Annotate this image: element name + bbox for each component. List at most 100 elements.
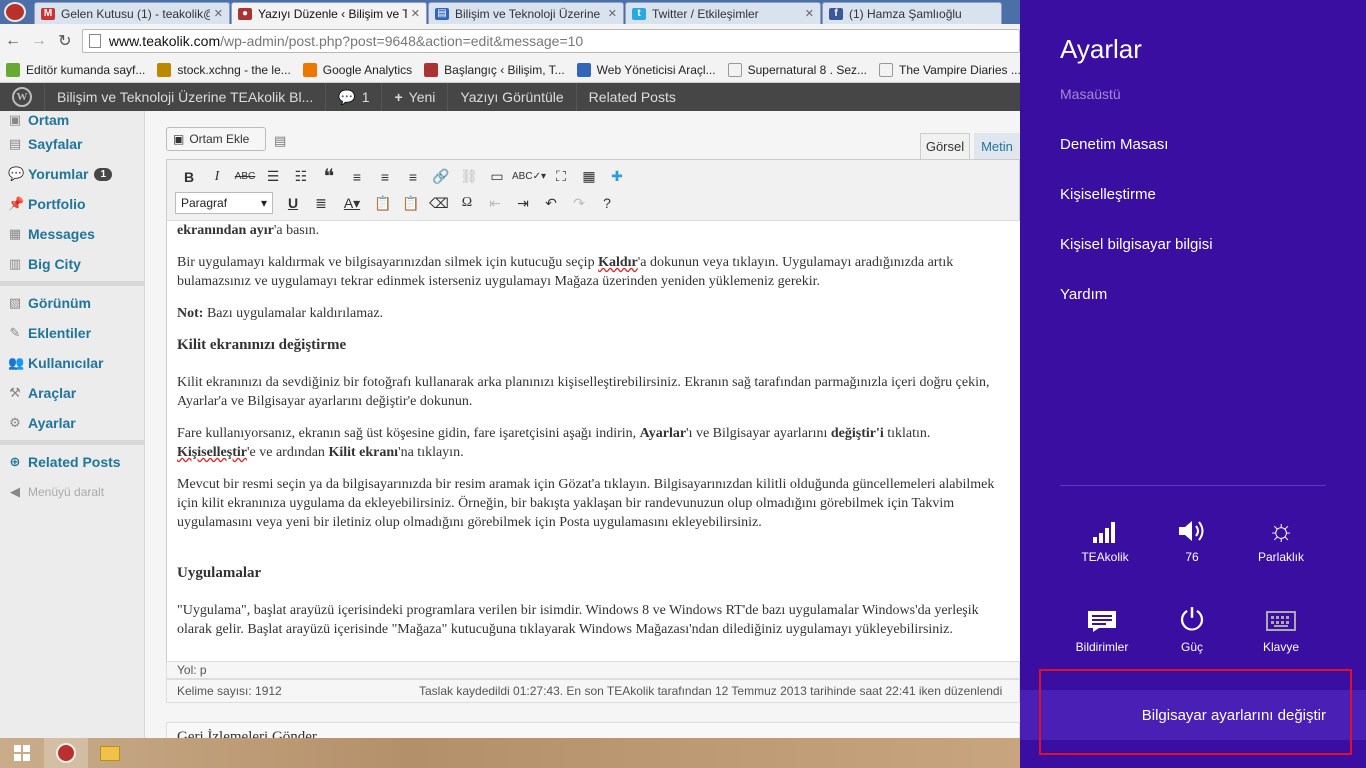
tab-gmail[interactable]: M Gelen Kutusu (1) - teakolik@ ✕: [34, 2, 230, 24]
sidebar-item-plugins[interactable]: ✎ Eklentiler: [0, 318, 144, 348]
sidebar-item-settings[interactable]: ⚙ Ayarlar: [0, 408, 144, 438]
align-center-icon[interactable]: ≡: [371, 169, 399, 185]
sidebar-item-related-posts[interactable]: ⊕ Related Posts: [0, 447, 144, 477]
paste-text-icon[interactable]: 📋: [369, 195, 397, 212]
tab-twitter[interactable]: t Twitter / Etkileşimler ✕: [625, 2, 821, 24]
bookmark-item[interactable]: Supernatural 8 . Sez...: [727, 63, 867, 77]
charm-link-control-panel[interactable]: Denetim Masası: [1060, 136, 1168, 153]
site-name-link[interactable]: Bilişim ve Teknoloji Üzerine TEAkolik Bl…: [45, 83, 327, 111]
tab-facebook[interactable]: f (1) Hamza Şamlıoğlu: [822, 2, 1002, 24]
link-icon[interactable]: 🔗: [427, 168, 455, 185]
close-icon[interactable]: ✕: [411, 7, 420, 20]
tab-text[interactable]: Metin: [974, 133, 1020, 159]
help-icon[interactable]: ?: [593, 195, 621, 211]
browser-logo-icon[interactable]: [4, 2, 26, 22]
sidebar-item-portfolio[interactable]: 📌 Portfolio: [0, 189, 144, 219]
tab-visual[interactable]: Görsel: [920, 133, 970, 159]
kitchen-sink-icon[interactable]: ▦: [575, 168, 603, 185]
folder-icon[interactable]: [88, 738, 132, 768]
sidebar-separator: [0, 440, 144, 445]
clear-format-icon[interactable]: ⌫: [425, 195, 453, 212]
view-post-link[interactable]: Yazıyı Görüntüle: [448, 83, 577, 111]
charm-link-help[interactable]: Yardım: [1060, 286, 1107, 303]
wp-logo-button[interactable]: W: [0, 83, 45, 111]
numbered-list-icon[interactable]: ☷: [287, 168, 315, 185]
windows-start-icon[interactable]: [0, 738, 44, 768]
text: 'a basın.: [273, 223, 320, 238]
align-left-icon[interactable]: ≡: [343, 169, 371, 185]
reload-icon[interactable]: ↻: [52, 31, 78, 51]
related-posts-link[interactable]: Related Posts: [577, 83, 688, 111]
text-color-icon[interactable]: A▾: [335, 195, 369, 212]
new-button[interactable]: + Yeni: [382, 83, 449, 111]
charm-link-pc-info[interactable]: Kişisel bilgisayar bilgisi: [1060, 236, 1213, 253]
bookmark-item[interactable]: The Vampire Diaries ...: [879, 63, 1021, 77]
more-tag-icon[interactable]: ▭: [483, 168, 511, 185]
sidebar-item-users[interactable]: 👥 Kullanıcılar: [0, 348, 144, 378]
align-right-icon[interactable]: ≡: [399, 169, 427, 185]
power-button[interactable]: ⏻ Güç: [1152, 602, 1232, 654]
strikethrough-icon[interactable]: ABC: [231, 171, 259, 182]
bookmark-item[interactable]: Başlangıç ‹ Bilişim, T...: [424, 63, 565, 77]
special-char-icon[interactable]: Ω: [453, 195, 481, 211]
comments-button[interactable]: 💬 1: [326, 83, 383, 111]
sidebar-item-appearance[interactable]: ▧ Görünüm: [0, 288, 144, 318]
puzzle-icon[interactable]: ✚: [603, 168, 631, 185]
redo-icon[interactable]: ↷: [565, 195, 593, 212]
close-icon[interactable]: ✕: [608, 7, 617, 20]
bookmark-item[interactable]: Google Analytics: [302, 63, 412, 77]
indent-icon[interactable]: ⇥: [509, 195, 537, 212]
bookmark-item[interactable]: stock.xchng - the le...: [157, 63, 291, 77]
tools-icon: ⚒: [9, 385, 21, 400]
close-icon[interactable]: ✕: [805, 7, 814, 20]
bookmark-item[interactable]: Editör kumanda sayf...: [6, 63, 145, 77]
fullscreen-icon[interactable]: ⛶: [547, 168, 575, 185]
sidebar-item-tools[interactable]: ⚒ Araçlar: [0, 378, 144, 408]
charm-title: Ayarlar: [1060, 34, 1142, 64]
sidebar-item-label: Big City: [28, 256, 81, 272]
undo-icon[interactable]: ↶: [537, 195, 565, 212]
sidebar-item-messages[interactable]: ▦ Messages: [0, 219, 144, 249]
tab-blog[interactable]: ▤ Bilişim ve Teknoloji Üzerine ✕: [428, 2, 624, 24]
justify-icon[interactable]: ≣: [307, 195, 335, 212]
add-media-button[interactable]: ▣ Ortam Ekle: [166, 127, 266, 151]
editor-content[interactable]: ekranından ayır'a basın. Bir uygulamayı …: [166, 221, 1020, 661]
close-icon[interactable]: ✕: [214, 7, 223, 20]
sidebar-item-media[interactable]: ▣ Ortam: [0, 111, 144, 129]
notifications-button[interactable]: Bildirimler: [1062, 602, 1142, 654]
blockquote-icon[interactable]: ❝: [315, 164, 343, 189]
volume-button[interactable]: 76: [1152, 512, 1232, 564]
unlink-icon[interactable]: ⛓: [455, 168, 483, 185]
outdent-icon[interactable]: ⇤: [481, 195, 509, 212]
keyboard-icon: [1241, 602, 1321, 640]
browser-taskbar-icon[interactable]: [44, 738, 88, 768]
network-label: TEAkolik: [1081, 550, 1129, 564]
bookmark-icon: [424, 63, 439, 77]
sidebar-item-big-city[interactable]: ▥ Big City: [0, 249, 144, 279]
italic-icon[interactable]: I: [203, 169, 231, 185]
spellcheck-icon[interactable]: ABC✓▾: [511, 171, 547, 182]
address-bar[interactable]: www.teakolik.com/wp-admin/post.php?post=…: [81, 29, 1021, 53]
bookmark-item[interactable]: Web Yöneticisi Araçl...: [576, 63, 716, 77]
plugins-icon: ✎: [9, 325, 21, 340]
network-button[interactable]: TEAkolik: [1065, 512, 1145, 564]
bullet-list-icon[interactable]: ☰: [259, 168, 287, 185]
volume-label: 76: [1185, 550, 1199, 564]
keyboard-button[interactable]: Klavye: [1241, 602, 1321, 654]
tab-edit-post[interactable]: ● Yazıyı Düzenle ‹ Bilişim ve Te ✕: [231, 2, 427, 24]
brightness-button[interactable]: ☼ Parlaklık: [1241, 512, 1321, 564]
paste-word-icon[interactable]: 📋: [397, 195, 425, 212]
sidebar-item-pages[interactable]: ▤ Sayfalar: [0, 129, 144, 159]
collapse-menu-button[interactable]: ◀ Menüyü daralt: [0, 477, 144, 507]
forward-arrow-icon[interactable]: →: [26, 32, 52, 50]
paragraph: Not: Bazı uygulamalar kaldırılamaz.: [177, 304, 1010, 323]
charm-link-personalization[interactable]: Kişiselleştirme: [1060, 186, 1156, 203]
sidebar-item-label: Araçlar: [28, 385, 77, 401]
sidebar-item-comments[interactable]: 💬 Yorumlar 1: [0, 159, 144, 189]
page-icon: [88, 34, 101, 48]
form-icon[interactable]: ▤: [274, 133, 286, 149]
bold-icon[interactable]: B: [175, 169, 203, 185]
back-arrow-icon[interactable]: ←: [0, 32, 26, 50]
underline-icon[interactable]: U: [279, 195, 307, 211]
format-select[interactable]: Paragraf ▾: [175, 192, 273, 214]
